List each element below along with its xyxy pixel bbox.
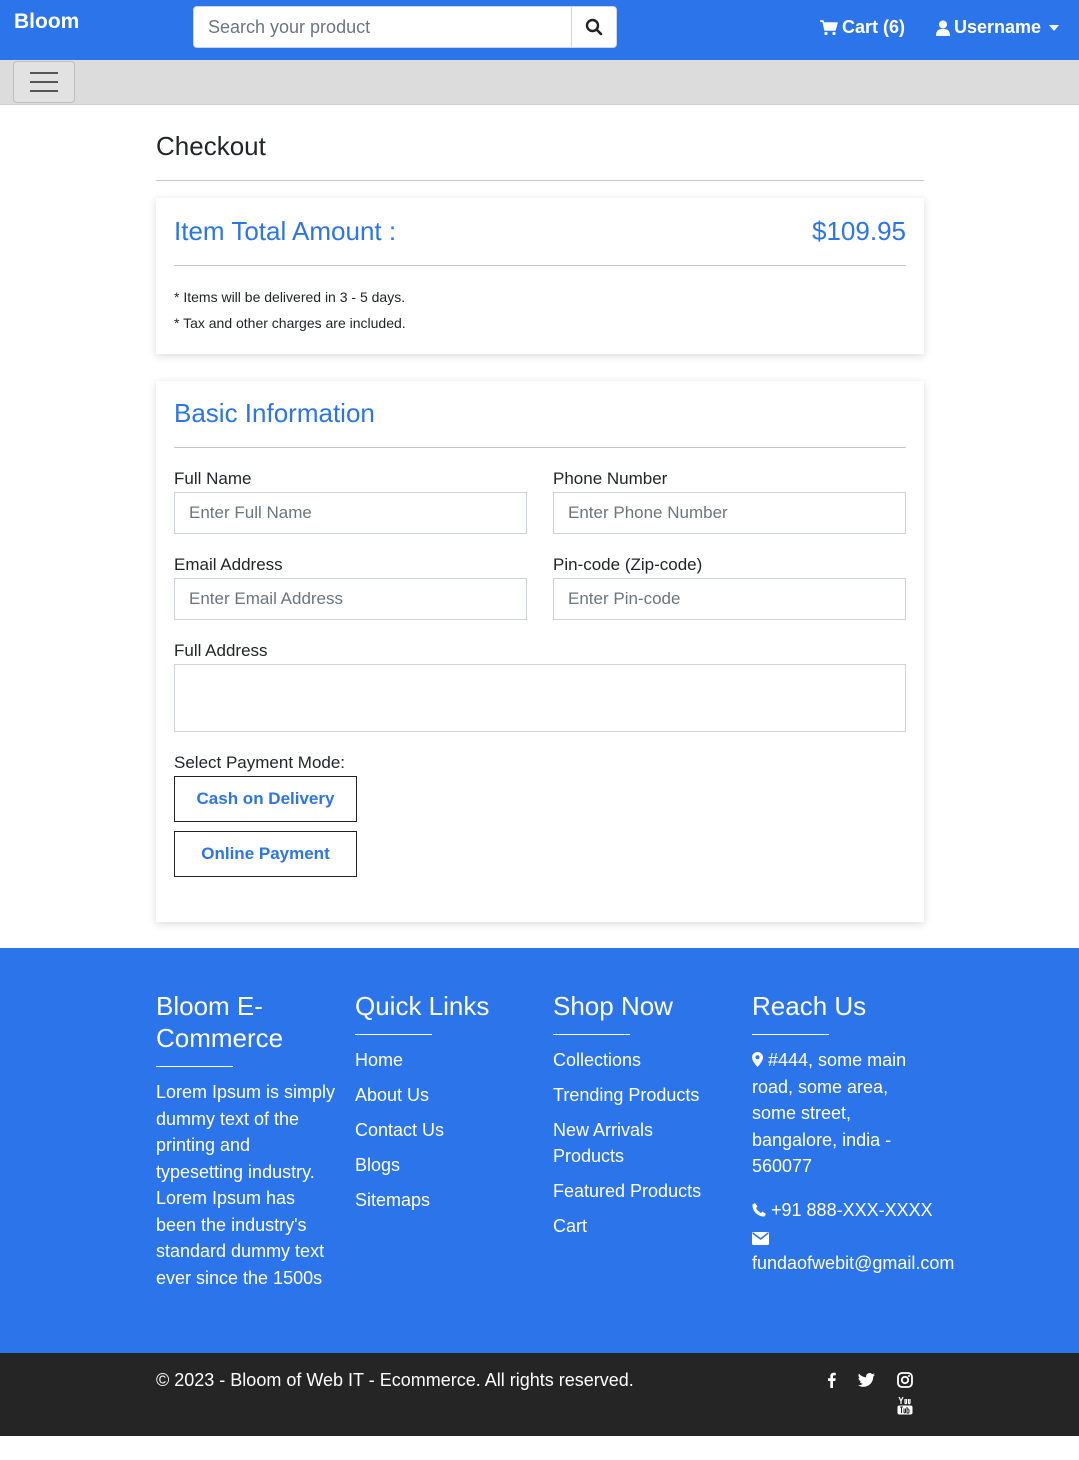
pincode-input[interactable] (553, 578, 906, 620)
online-payment-button[interactable]: Online Payment (174, 831, 357, 877)
delivery-note: * Items will be delivered in 3 - 5 days. (174, 289, 406, 305)
footer-shop-now-column: Shop Now Collections Trending Products N… (553, 990, 723, 1248)
footer-divider (752, 1034, 829, 1035)
footer-reach-us-column: Reach Us #444, some main road, some area… (752, 990, 967, 1277)
full-name-input[interactable] (174, 492, 527, 534)
full-name-label: Full Name (174, 469, 252, 488)
address-textarea[interactable] (174, 664, 906, 732)
twitter-icon[interactable] (857, 1371, 875, 1389)
chevron-down-icon (1049, 24, 1060, 31)
search-input[interactable] (194, 7, 572, 47)
copyright-bar: © 2023 - Bloom of Web IT - Ecommerce. Al… (0, 1353, 1079, 1436)
phone-icon (752, 1202, 766, 1217)
hamburger-icon-bar (30, 81, 58, 83)
total-label: Item Total Amount : (174, 216, 397, 246)
footer-link-new-arrivals[interactable]: New Arrivals Products (553, 1117, 723, 1169)
section-title: Basic Information (174, 398, 375, 428)
user-dropdown[interactable]: Username (936, 17, 1060, 38)
footer-phone-text: +91 888-XXX-XXXX (771, 1199, 933, 1220)
footer-about-title: Bloom E-Commerce (156, 991, 284, 1053)
card-divider (174, 265, 906, 266)
footer-link-cart[interactable]: Cart (553, 1213, 723, 1239)
basic-information-card: Basic Information Full Name Phone Number… (156, 381, 924, 922)
footer-link-trending[interactable]: Trending Products (553, 1082, 723, 1108)
secondary-navbar (0, 60, 1079, 105)
search-button[interactable] (571, 7, 616, 47)
cart-label: Cart (6) (842, 17, 906, 37)
phone-input[interactable] (553, 492, 906, 534)
footer-reach-us-title: Reach Us (752, 991, 867, 1021)
footer-divider (156, 1066, 233, 1067)
footer-phone: +91 888-XXX-XXXX (752, 1197, 967, 1224)
facebook-icon[interactable] (822, 1371, 840, 1389)
user-icon (936, 20, 950, 36)
footer-link-home[interactable]: Home (355, 1047, 535, 1073)
title-divider (156, 180, 924, 181)
hamburger-icon-bar (30, 90, 58, 92)
tax-note: * Tax and other charges are included. (174, 315, 406, 331)
order-total-card: Item Total Amount : $109.95 * Items will… (156, 198, 924, 354)
footer-shop-now-title: Shop Now (553, 991, 673, 1021)
cart-link[interactable]: Cart (6) (820, 17, 905, 38)
cart-icon (820, 19, 838, 35)
youtube-icon[interactable] (896, 1397, 914, 1415)
top-navbar: Bloom Cart (6) Username (0, 0, 1079, 60)
footer-quick-links-title: Quick Links (355, 991, 490, 1021)
footer-email: fundaofwebit@gmail.com (752, 1232, 967, 1277)
brand-logo[interactable]: Bloom (14, 10, 79, 34)
footer-address-text: #444, some main road, some area, some st… (752, 1050, 907, 1176)
address-label: Full Address (174, 641, 268, 660)
card-divider (174, 447, 906, 448)
footer-link-contact[interactable]: Contact Us (355, 1117, 535, 1143)
total-amount: $109.95 (812, 216, 906, 246)
page-title: Checkout (156, 131, 266, 161)
footer: Bloom E-Commerce Lorem Ipsum is simply d… (0, 948, 1079, 1353)
footer-link-blogs[interactable]: Blogs (355, 1152, 535, 1178)
footer-link-about[interactable]: About Us (355, 1082, 535, 1108)
menu-toggle-button[interactable] (13, 61, 75, 103)
instagram-icon[interactable] (896, 1371, 914, 1389)
footer-quick-links-column: Quick Links Home About Us Contact Us Blo… (355, 990, 535, 1222)
map-marker-icon (752, 1052, 763, 1067)
footer-link-collections[interactable]: Collections (553, 1047, 723, 1073)
email-label: Email Address (174, 555, 283, 574)
search-icon (585, 18, 603, 36)
cash-on-delivery-button[interactable]: Cash on Delivery (174, 776, 357, 822)
search-form (193, 6, 617, 48)
username-label: Username (954, 17, 1042, 37)
payment-mode-label: Select Payment Mode: (174, 753, 346, 772)
envelope-icon (752, 1232, 769, 1245)
footer-divider (355, 1034, 432, 1035)
footer-about-column: Bloom E-Commerce Lorem Ipsum is simply d… (156, 990, 336, 1291)
footer-link-sitemaps[interactable]: Sitemaps (355, 1187, 535, 1213)
pincode-label: Pin-code (Zip-code) (553, 555, 703, 574)
phone-label: Phone Number (553, 469, 668, 488)
footer-divider (553, 1034, 630, 1035)
email-input[interactable] (174, 578, 527, 620)
footer-about-text: Lorem Ipsum is simply dummy text of the … (156, 1082, 336, 1288)
copyright-text: © 2023 - Bloom of Web IT - Ecommerce. Al… (156, 1370, 634, 1390)
footer-address: #444, some main road, some area, some st… (752, 1047, 917, 1180)
footer-link-featured[interactable]: Featured Products (553, 1178, 723, 1204)
hamburger-icon-bar (30, 72, 58, 74)
footer-email-text[interactable]: fundaofwebit@gmail.com (752, 1253, 954, 1273)
